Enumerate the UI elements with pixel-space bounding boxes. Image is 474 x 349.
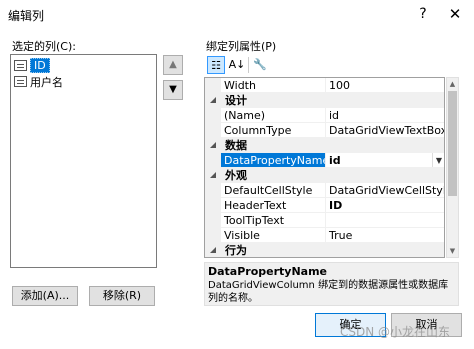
list-item[interactable]: ID xyxy=(14,58,50,73)
property-row[interactable]: ColumnType DataGridViewTextBoxColu xyxy=(205,123,444,138)
list-item[interactable]: 用户名 xyxy=(14,74,63,89)
category-label: 外观 xyxy=(225,169,247,182)
scroll-down-icon[interactable]: ▼ xyxy=(446,245,459,257)
selected-columns-label: 选定的列(C): xyxy=(12,40,76,53)
property-grid-toolbar: ☷ A↓ 🔧 xyxy=(204,54,459,76)
column-icon xyxy=(14,60,27,71)
row-margin xyxy=(205,213,221,228)
property-value[interactable]: DataGridViewCellStyle { } xyxy=(326,183,444,198)
property-value[interactable]: DataGridViewTextBoxColu xyxy=(326,123,444,138)
categorized-icon[interactable]: ☷ xyxy=(207,56,225,74)
property-value[interactable]: id ▼ xyxy=(326,153,444,168)
property-row[interactable]: Visible True xyxy=(205,228,444,243)
collapse-icon[interactable] xyxy=(210,172,217,179)
property-value[interactable]: id xyxy=(326,108,444,123)
collapse-icon[interactable] xyxy=(210,247,217,254)
property-name: ColumnType xyxy=(221,123,325,138)
bound-column-properties-label: 绑定列属性(P) xyxy=(206,40,277,53)
chevron-down-icon[interactable]: ▼ xyxy=(432,153,444,167)
property-value[interactable] xyxy=(326,213,444,228)
category-row[interactable]: 行为 xyxy=(205,243,444,257)
property-row[interactable]: Width 100 xyxy=(205,78,444,93)
property-value-text: id xyxy=(329,154,341,167)
description-text: DataGridViewColumn 绑定到的数据源属性或数据库列的名称。 xyxy=(208,280,449,304)
property-value[interactable]: ID xyxy=(326,198,444,213)
title-bar xyxy=(0,0,474,31)
category-label: 设计 xyxy=(225,94,247,107)
row-margin xyxy=(205,123,221,138)
property-name: Visible xyxy=(221,228,325,243)
property-row-selected[interactable]: DataPropertyName id ▼ xyxy=(205,153,444,168)
alphabetical-sort-icon[interactable]: A↓ xyxy=(228,56,246,74)
row-margin xyxy=(205,108,221,123)
category-row[interactable]: 外观 xyxy=(205,168,444,183)
row-margin xyxy=(205,78,221,93)
property-name: Width xyxy=(221,78,325,93)
property-row[interactable]: (Name) id xyxy=(205,108,444,123)
property-grid[interactable]: Width 100 设计 (Name) id ColumnType DataGr… xyxy=(204,77,445,258)
column-icon xyxy=(14,76,27,87)
help-button[interactable]: ? xyxy=(415,3,431,25)
close-icon[interactable]: ✕ xyxy=(440,3,470,25)
collapse-icon[interactable] xyxy=(210,97,217,104)
row-margin xyxy=(205,183,221,198)
row-margin xyxy=(205,198,221,213)
wrench-icon[interactable]: 🔧 xyxy=(251,56,269,74)
description-title: DataPropertyName xyxy=(208,265,328,278)
column-label: 用户名 xyxy=(30,75,63,89)
scroll-up-icon[interactable]: ▲ xyxy=(446,78,459,90)
toolbar-separator xyxy=(248,57,249,73)
selected-columns-list[interactable]: ID 用户名 xyxy=(10,54,157,268)
property-row[interactable]: ToolTipText xyxy=(205,213,444,228)
row-margin xyxy=(205,228,221,243)
property-name: HeaderText xyxy=(221,198,325,213)
collapse-icon[interactable] xyxy=(210,142,217,149)
property-value[interactable]: 100 xyxy=(326,78,444,93)
property-row[interactable]: DefaultCellStyle DataGridViewCellStyle {… xyxy=(205,183,444,198)
property-name: (Name) xyxy=(221,108,325,123)
remove-button[interactable]: 移除(R) xyxy=(89,286,155,306)
move-up-button[interactable]: ▲ xyxy=(163,55,183,75)
category-row[interactable]: 设计 xyxy=(205,93,444,108)
watermark: CSDN @小龙在山东 xyxy=(340,325,451,339)
property-description-panel: DataPropertyName DataGridViewColumn 绑定到的… xyxy=(204,262,459,306)
column-label: ID xyxy=(30,58,50,73)
window-title: 编辑列 xyxy=(8,9,45,23)
property-value[interactable]: True xyxy=(326,228,444,243)
category-label: 行为 xyxy=(225,244,247,257)
row-margin xyxy=(205,153,221,168)
category-label: 数据 xyxy=(225,139,247,152)
property-name: ToolTipText xyxy=(221,213,325,228)
add-button[interactable]: 添加(A)... xyxy=(12,286,78,306)
scrollbar-thumb[interactable] xyxy=(448,91,457,196)
move-down-button[interactable]: ▼ xyxy=(163,80,183,100)
property-name: DefaultCellStyle xyxy=(221,183,325,198)
property-row[interactable]: HeaderText ID xyxy=(205,198,444,213)
property-name: DataPropertyName xyxy=(221,153,325,168)
category-row[interactable]: 数据 xyxy=(205,138,444,153)
